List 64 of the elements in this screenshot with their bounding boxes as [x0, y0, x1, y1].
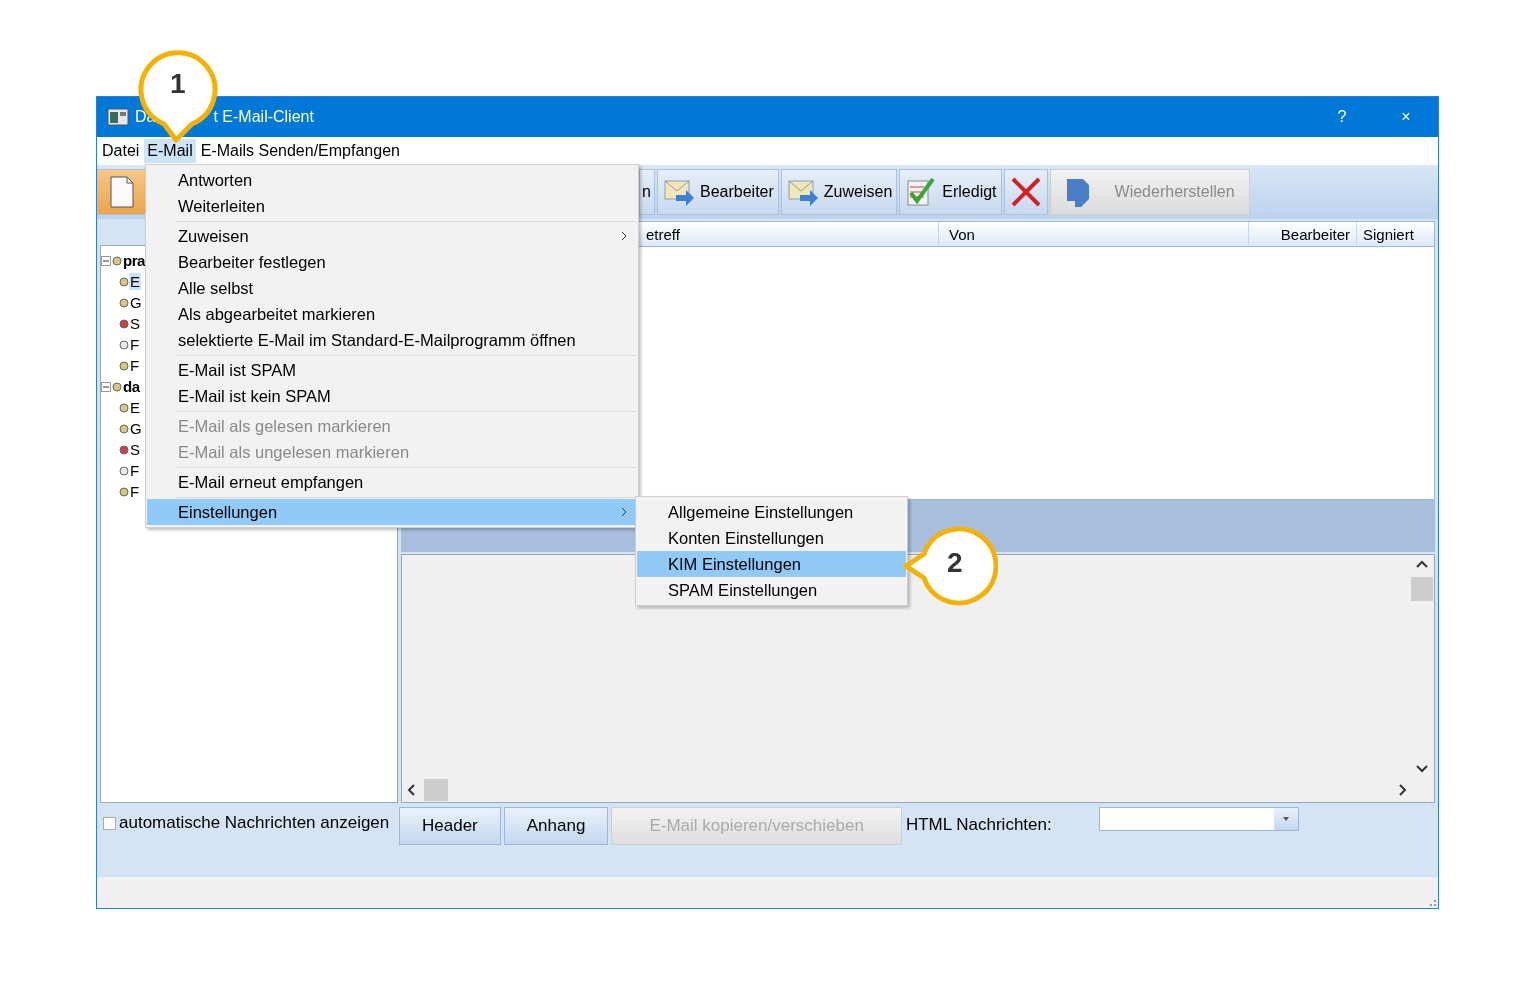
menu-item[interactable]: Allgemeine Einstellungen: [637, 499, 906, 525]
tree-item[interactable]: G: [129, 294, 143, 311]
chevron-icon: [621, 231, 627, 241]
menu-item[interactable]: E-Mail erneut empfangen: [147, 469, 637, 495]
tree-item[interactable]: da: [122, 378, 141, 395]
column-header[interactable]: Bearbeiter: [1249, 222, 1357, 246]
toolbar-button: Wiederherstellen: [1049, 169, 1250, 215]
field-label: HTML Nachrichten:: [905, 815, 1053, 835]
caret-icon: [1282, 817, 1289, 821]
menu-bar-item[interactable]: E-Mail: [144, 139, 196, 163]
column-header[interactable]: Von: [939, 222, 1249, 246]
menu-item[interactable]: Alle selbst: [147, 275, 637, 301]
tree-item[interactable]: S: [129, 441, 141, 458]
menu-item: E-Mail als gelesen markieren: [177, 415, 392, 437]
menu-bar-item[interactable]: E-Mails Senden/Empfangen: [197, 139, 403, 163]
tree-item[interactable]: E: [129, 273, 141, 290]
menu-item[interactable]: Zuweisen: [147, 223, 637, 249]
menu-item[interactable]: E-Mail ist SPAM: [147, 357, 637, 383]
menu-item: E-Mail als ungelesen markieren: [177, 441, 411, 463]
menu-item[interactable]: SPAM Einstellungen: [637, 577, 906, 603]
document-icon: [107, 175, 137, 209]
column-header[interactable]: etreff: [646, 222, 939, 246]
tree-item[interactable]: pra: [122, 252, 146, 269]
scroll-thumb[interactable]: [424, 779, 448, 801]
callout-number: 1: [170, 68, 186, 100]
menu-item[interactable]: selektierte E-Mail im Standard-E-Mailprogramm öffnen: [147, 327, 637, 353]
tree-item[interactable]: F: [129, 483, 140, 500]
menu-item[interactable]: KIM Einstellungen: [637, 551, 906, 577]
dropdown-field[interactable]: [1098, 807, 1299, 831]
toolbar-button[interactable]: Bearbeiter: [657, 169, 779, 215]
menu-item[interactable]: Antworten: [147, 167, 637, 193]
toolbar-button[interactable]: Zuweisen: [780, 169, 898, 215]
action-button[interactable]: Anhang: [503, 807, 609, 845]
checkbox[interactable]: [103, 816, 116, 830]
tree-item[interactable]: E: [129, 399, 141, 416]
menu-bar-item[interactable]: Datei: [99, 139, 143, 163]
column-header[interactable]: Signiert: [1357, 222, 1434, 246]
menu-item[interactable]: Konten Einstellungen: [637, 525, 906, 551]
checkbox-label: automatische Nachrichten anzeigen: [119, 813, 390, 833]
delete-button[interactable]: [1003, 169, 1048, 215]
toolbar-button[interactable]: n: [639, 169, 655, 215]
window-title: t E-Mail-Client: [213, 108, 314, 126]
close-button[interactable]: ×: [1374, 107, 1438, 127]
menu-item[interactable]: Einstellungen: [147, 499, 637, 525]
action-button[interactable]: Header: [399, 807, 501, 845]
menu-item[interactable]: Weiterleiten: [147, 193, 637, 219]
tree-item[interactable]: G: [129, 420, 143, 437]
tree-item[interactable]: F: [129, 462, 140, 479]
chevron-icon: [621, 507, 627, 517]
callout-number: 2: [947, 547, 963, 579]
collapse-icon[interactable]: [101, 255, 111, 266]
app-icon: [107, 108, 129, 126]
collapse-icon[interactable]: [101, 381, 111, 392]
menu-item[interactable]: Bearbeiter festlegen: [147, 249, 637, 275]
menu-item[interactable]: Als abgearbeitet markieren: [147, 301, 637, 327]
tree-item[interactable]: F: [129, 357, 140, 374]
menu-item[interactable]: E-Mail ist kein SPAM: [147, 383, 637, 409]
tree-item[interactable]: S: [129, 315, 141, 332]
scroll-thumb[interactable]: [1411, 577, 1433, 601]
tree-item[interactable]: F: [129, 336, 140, 353]
toolbar-button[interactable]: Erledigt: [899, 169, 1002, 215]
new-button[interactable]: [97, 169, 147, 215]
help-button[interactable]: ?: [1310, 107, 1374, 127]
copy-move-button: E-Mail kopieren/verschieben: [611, 807, 902, 845]
